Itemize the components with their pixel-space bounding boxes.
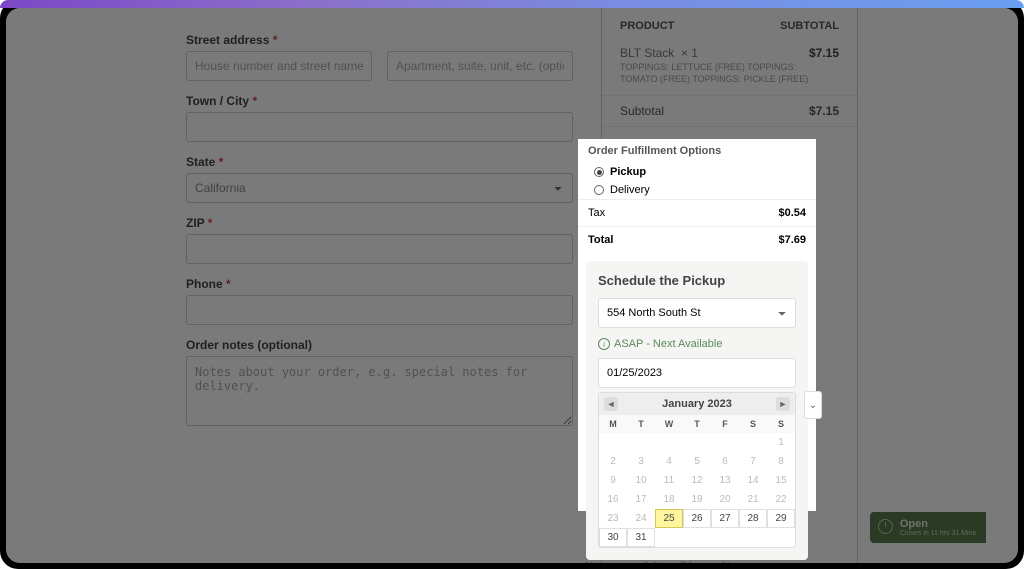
open-sublabel: Closes in 11 hrs 31 Mins: [900, 530, 976, 537]
delivery-radio[interactable]: Delivery: [578, 181, 816, 199]
item-qty: × 1: [681, 46, 698, 60]
state-select[interactable]: California: [186, 173, 573, 203]
subtotal-header: SUBTOTAL: [780, 20, 839, 32]
calendar-weekday: T: [627, 415, 655, 433]
product-header: PRODUCT: [620, 20, 674, 32]
calendar-day: 4: [655, 452, 683, 471]
notes-label: Order notes (optional): [186, 338, 573, 352]
calendar-day: 20: [711, 490, 739, 509]
clock-icon: [878, 519, 893, 534]
calendar-day: 19: [683, 490, 711, 509]
calendar-day: 22: [767, 490, 795, 509]
phone-input[interactable]: [186, 295, 573, 325]
calendar-next-icon[interactable]: ►: [776, 397, 790, 411]
zip-input[interactable]: [186, 234, 573, 264]
fulfillment-panel: Order Fulfillment Options Pickup Deliver…: [578, 139, 816, 511]
street-input[interactable]: [186, 51, 372, 81]
calendar-weekday: W: [655, 415, 683, 433]
calendar-weekday: F: [711, 415, 739, 433]
calendar-weekday: S: [739, 415, 767, 433]
calendar-day[interactable]: 27: [711, 509, 739, 528]
toppings-line: TOPPINGS: LETTUCE (FREE) TOPPINGS: TOMAT…: [620, 62, 839, 85]
zip-label: ZIP *: [186, 216, 573, 230]
asap-link[interactable]: i ASAP - Next Available: [598, 338, 796, 350]
radio-checked-icon: [594, 167, 604, 177]
calendar-day[interactable]: 26: [683, 509, 711, 528]
calendar-day: [627, 433, 655, 452]
calendar-day: 3: [627, 452, 655, 471]
calendar-weekday: M: [599, 415, 627, 433]
time-select-chevron-icon[interactable]: ⌄: [804, 391, 822, 419]
item-price: $7.15: [809, 46, 839, 60]
calendar-day: 10: [627, 471, 655, 490]
location-select[interactable]: 554 North South St: [598, 298, 796, 328]
radio-unchecked-icon: [594, 185, 604, 195]
calendar-day: 7: [739, 452, 767, 471]
device-frame: Street address * Town / City * State * C…: [0, 0, 1024, 569]
calendar-weekday: S: [767, 415, 795, 433]
schedule-box: Schedule the Pickup 554 North South St i…: [586, 261, 808, 560]
pickup-radio[interactable]: Pickup: [578, 163, 816, 181]
checkout-layout: Street address * Town / City * State * C…: [6, 8, 1018, 563]
calendar-day: [739, 433, 767, 452]
date-input[interactable]: [598, 358, 796, 388]
calendar-day: 16: [599, 490, 627, 509]
calendar-day: 6: [711, 452, 739, 471]
state-label: State *: [186, 155, 573, 169]
calendar-day: 8: [767, 452, 795, 471]
calendar-month: January 2023: [662, 398, 732, 410]
fulfillment-header: Order Fulfillment Options: [578, 139, 816, 163]
total-row: Total $7.69: [578, 226, 816, 253]
calendar-day: 13: [711, 471, 739, 490]
apartment-input[interactable]: [387, 51, 573, 81]
calendar-day: 17: [627, 490, 655, 509]
calendar-day: 12: [683, 471, 711, 490]
open-status-badge[interactable]: Open Closes in 11 hrs 31 Mins: [870, 512, 986, 543]
calendar-day: 24: [627, 509, 655, 528]
phone-label: Phone *: [186, 277, 573, 291]
calendar-day[interactable]: 25: [655, 509, 683, 528]
screen: Street address * Town / City * State * C…: [6, 8, 1018, 563]
calendar-day[interactable]: 31: [627, 528, 655, 547]
subtotal-row: Subtotal $7.15: [602, 96, 857, 127]
calendar-day[interactable]: 30: [599, 528, 627, 547]
info-icon: i: [598, 338, 610, 350]
calendar: ◄ January 2023 ► MTWTFSS 123456789101112…: [598, 392, 796, 548]
calendar-prev-icon[interactable]: ◄: [604, 397, 618, 411]
calendar-day[interactable]: 29: [767, 509, 795, 528]
calendar-day: 5: [683, 452, 711, 471]
calendar-day: 23: [599, 509, 627, 528]
calendar-day: 9: [599, 471, 627, 490]
calendar-day: [599, 433, 627, 452]
calendar-weekday: T: [683, 415, 711, 433]
calendar-day: 1: [767, 433, 795, 452]
street-label: Street address *: [186, 33, 573, 47]
tax-row: Tax $0.54: [578, 199, 816, 226]
calendar-days: 1234567891011121314151617181920212223242…: [599, 433, 795, 547]
item-name: BLT Stack: [620, 46, 674, 60]
calendar-day: 14: [739, 471, 767, 490]
town-label: Town / City *: [186, 94, 573, 108]
calendar-header: ◄ January 2023 ►: [599, 393, 795, 415]
calendar-day[interactable]: 28: [739, 509, 767, 528]
calendar-day: [655, 433, 683, 452]
open-label: Open: [900, 518, 976, 530]
pickup-label: Pickup: [610, 166, 646, 178]
calendar-day: 2: [599, 452, 627, 471]
calendar-day: 15: [767, 471, 795, 490]
privacy-note: Your personal data will be used to proce…: [586, 560, 806, 563]
town-input[interactable]: [186, 112, 573, 142]
calendar-weekdays: MTWTFSS: [599, 415, 795, 433]
calendar-day: [711, 433, 739, 452]
line-item: BLT Stack × 1 $7.15 TOPPINGS: LETTUCE (F…: [602, 42, 857, 96]
schedule-title: Schedule the Pickup: [598, 273, 796, 288]
gradient-accent: [0, 0, 1024, 8]
delivery-label: Delivery: [610, 184, 650, 196]
calendar-day: 21: [739, 490, 767, 509]
calendar-day: 11: [655, 471, 683, 490]
calendar-day: 18: [655, 490, 683, 509]
order-notes-input[interactable]: [186, 356, 573, 426]
calendar-day: [683, 433, 711, 452]
billing-form: Street address * Town / City * State * C…: [6, 8, 601, 563]
